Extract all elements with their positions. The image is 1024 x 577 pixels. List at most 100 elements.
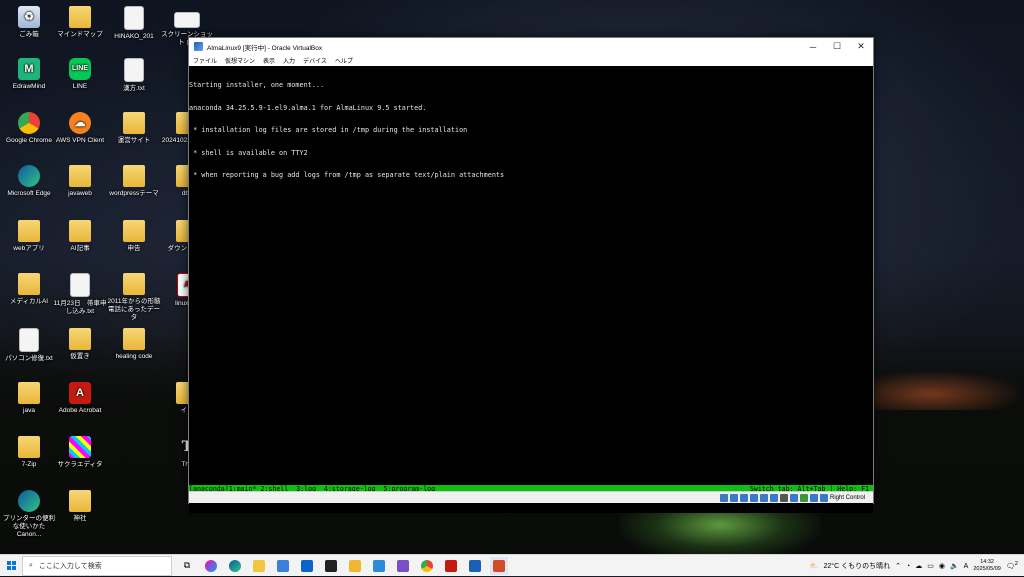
taskbar-terminal[interactable]: [322, 557, 340, 575]
network-icon[interactable]: [749, 493, 758, 502]
screenshot-file-icon: [174, 12, 200, 28]
desktop-icon-edrawmind[interactable]: M EdrawMind: [0, 58, 58, 91]
menu-file[interactable]: ファイル: [193, 56, 217, 65]
desktop-icon-sakura-editor[interactable]: サクラエディタ: [51, 436, 109, 469]
desktop-icon-medical-ai[interactable]: メディカルAI: [0, 273, 58, 306]
taskbar-virtualbox-vm[interactable]: [490, 556, 508, 575]
vm-status-bar: Right Control: [189, 491, 873, 503]
ime-indicator[interactable]: A: [964, 563, 969, 570]
virtualbox-manager-icon: [469, 559, 481, 572]
shared-folder-icon[interactable]: [769, 493, 778, 502]
taskbar-virtualbox-manager[interactable]: [466, 557, 484, 575]
tray-app-icon[interactable]: ◔: [906, 563, 910, 570]
host-key-label: Right Control: [829, 494, 865, 501]
close-button[interactable]: ✕: [849, 38, 873, 55]
desktop-icon-pc-repair[interactable]: パソコン修復.txt: [0, 328, 58, 363]
desktop-icon-wordpress[interactable]: wordpressテーマ: [105, 165, 163, 198]
vscode-icon: [373, 559, 385, 572]
folder-icon: [18, 273, 40, 295]
minimize-button[interactable]: ─: [801, 38, 825, 55]
horizon-glow: [870, 370, 1024, 410]
desktop-icon-javaweb[interactable]: javaweb: [51, 165, 109, 198]
task-view-button[interactable]: ⧉: [178, 557, 196, 575]
host-key-icon: [819, 493, 828, 502]
desktop-icon-kampo[interactable]: 漢方.txt: [105, 58, 163, 93]
window-title-bar[interactable]: AlmaLinux9 [実行中] - Oracle VirtualBox ─ ☐…: [189, 38, 873, 55]
clock-time: 14:32: [980, 559, 994, 565]
desktop-icon-printer-guide[interactable]: プリンターの便利な使いかた Canon...: [0, 490, 58, 539]
display-icon[interactable]: [779, 493, 788, 502]
virtualbox-icon: [194, 42, 203, 51]
desktop-icon-karioki[interactable]: 仮置き: [51, 328, 109, 361]
taskbar-edge[interactable]: [226, 557, 244, 575]
taskbar-vscode[interactable]: [370, 557, 388, 575]
taskbar-copilot[interactable]: [202, 557, 220, 575]
network-icon[interactable]: ◉: [939, 562, 945, 570]
menu-machine[interactable]: 仮想マシン: [225, 56, 255, 65]
menu-input[interactable]: 入力: [283, 56, 295, 65]
desktop-icon-edge[interactable]: Microsoft Edge: [0, 165, 58, 198]
taskbar-search-box[interactable]: ⌕ ここに入力して検索: [22, 555, 172, 576]
desktop-icon-7zip[interactable]: 7-Zip: [0, 436, 58, 469]
notification-icon[interactable]: 🗨2: [1006, 561, 1018, 570]
mouse-integration-icon[interactable]: [809, 493, 818, 502]
taskbar-explorer[interactable]: [250, 557, 268, 575]
text-file-icon: [124, 58, 144, 82]
sakura-editor-icon: [69, 436, 91, 458]
desktop-icon-recycle-bin[interactable]: ♻ ごみ箱: [0, 6, 58, 39]
desktop-icon-nov23-txt[interactable]: 11月23日 帯車申し込み.txt: [51, 273, 109, 316]
taskbar-acrobat[interactable]: [442, 557, 460, 575]
desktop-icon-ai-kiji[interactable]: AI記事: [51, 220, 109, 253]
start-button[interactable]: [0, 555, 22, 577]
maximize-button[interactable]: ☐: [825, 38, 849, 55]
desktop-icon-java[interactable]: java: [0, 382, 58, 415]
hard-disk-icon[interactable]: [719, 493, 728, 502]
search-icon: ⌕: [29, 561, 33, 569]
taskbar-chrome[interactable]: [418, 557, 436, 575]
desktop-icon-2011-data[interactable]: 2011年からの形骸電話にあったデータ: [105, 273, 163, 322]
desktop-icon-acrobat[interactable]: A Adobe Acrobat: [51, 382, 109, 415]
taskbar-visual-studio[interactable]: [394, 557, 412, 575]
display-icon[interactable]: ▭: [927, 562, 934, 570]
desktop-icon-hinako[interactable]: HINAKO_201: [105, 6, 163, 41]
cloud-icon[interactable]: ☁: [915, 562, 922, 570]
audio-icon[interactable]: [739, 493, 748, 502]
folder-icon: [123, 220, 145, 242]
recording-icon[interactable]: [789, 493, 798, 502]
desktop-icon-unei-site[interactable]: 運営サイト: [105, 112, 163, 145]
desktop-icon-healing-code[interactable]: healing code: [105, 328, 163, 361]
weather-text[interactable]: 22°C くもりのち晴れ: [824, 561, 891, 571]
text-file-icon: [19, 328, 39, 352]
virtualbox-vm-icon: [493, 559, 505, 572]
desktop-icon-aws-vpn[interactable]: ☁ AWS VPN Client: [51, 112, 109, 145]
file-icon: [124, 6, 144, 30]
desktop-icon-jinja[interactable]: 神社: [51, 490, 109, 523]
aws-vpn-icon: ☁: [69, 112, 91, 134]
taskbar-media[interactable]: [346, 557, 364, 575]
visual-studio-icon: [397, 559, 409, 572]
show-hidden-icons[interactable]: ⌃: [895, 562, 901, 570]
clock[interactable]: 14:32 2025/05/09: [973, 559, 1001, 573]
text-file-icon: [70, 273, 90, 297]
optical-drive-icon[interactable]: [729, 493, 738, 502]
system-tray: ⛅ 22°C くもりのち晴れ ⌃ ◔ ☁ ▭ ◉ 🔈 A 14:32 2025/…: [810, 555, 1024, 577]
desktop-icon-mindmap[interactable]: マインドマップ: [51, 6, 109, 39]
vm-console-screen[interactable]: Starting installer, one moment... anacon…: [189, 66, 873, 513]
line-icon: LINE: [69, 58, 91, 80]
desktop-icon-chrome[interactable]: Google Chrome: [0, 112, 58, 145]
desktop-icon-line[interactable]: LINE LINE: [51, 58, 109, 91]
folder-icon: [123, 165, 145, 187]
virtualbox-window[interactable]: AlmaLinux9 [実行中] - Oracle VirtualBox ─ ☐…: [188, 37, 874, 513]
cpu-icon[interactable]: [799, 493, 808, 502]
volume-icon[interactable]: 🔈: [950, 562, 959, 570]
usb-icon[interactable]: [759, 493, 768, 502]
console-line: anaconda 34.25.5.9-1.el9.alma.1 for Alma…: [189, 103, 427, 112]
taskbar-outlook[interactable]: [298, 557, 316, 575]
desktop-icon-shinkoku[interactable]: 申告: [105, 220, 163, 253]
menu-devices[interactable]: デバイス: [303, 56, 327, 65]
menu-view[interactable]: 表示: [263, 56, 275, 65]
taskbar-store[interactable]: [274, 557, 292, 575]
menu-help[interactable]: ヘルプ: [335, 56, 353, 65]
desktop-icon-webapp[interactable]: webアプリ: [0, 220, 58, 253]
terminal-icon: [325, 559, 337, 572]
